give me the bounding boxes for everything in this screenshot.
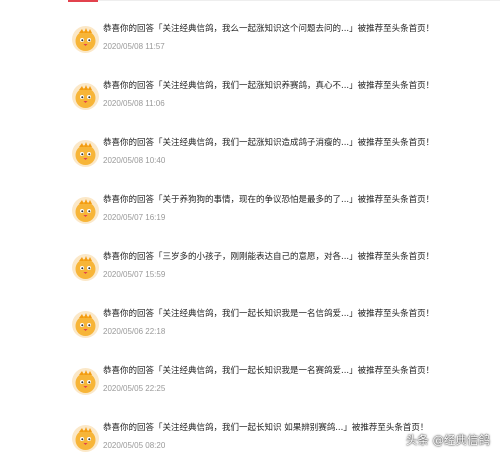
message-suffix: 被推荐至头条首页！ — [357, 138, 435, 148]
message-prefix: 恭喜你的回答 — [103, 366, 155, 376]
answer-link[interactable]: 「关注经典信鸽，我们一起涨知识造成鸽子消瘦的...」 — [154, 138, 358, 148]
answer-link[interactable]: 「关于养狗狗的事情，现在的争议恐怕是最多的了...」 — [154, 195, 358, 205]
message-suffix: 被推荐至头条首页！ — [357, 366, 435, 376]
message-prefix: 恭喜你的回答 — [103, 423, 155, 433]
watermark: 头条 @经典信鸽 — [405, 433, 490, 447]
header-divider — [98, 0, 500, 1]
message-prefix: 恭喜你的回答 — [103, 309, 155, 319]
answer-link[interactable]: 「关注经典信鸽，我们一起涨知识养赛鸽，真心不...」 — [154, 81, 358, 91]
notification-timestamp: 2020/05/05 22:25 — [103, 384, 166, 393]
notification-timestamp: 2020/05/08 11:57 — [103, 42, 165, 51]
answer-link[interactable]: 「关注经典信鸽，我们一起长知识我是一名信鸽爱...」 — [154, 309, 358, 319]
notification-message: 恭喜你的回答「关注经典信鸽，我么一起涨知识这个问题去问的...」被推荐至头条首页… — [103, 14, 500, 36]
notification-message: 恭喜你的回答「关于养狗狗的事情，现在的争议恐怕是最多的了...」被推荐至头条首页… — [103, 185, 500, 207]
notification-item[interactable]: 恭喜你的回答「关注经典信鸽，我们一起涨知识养赛鸽，真心不...」被推荐至头条首页… — [0, 71, 500, 128]
answer-link[interactable]: 「三岁多的小孩子，刚刚能表达自己的意愿，对各...」 — [154, 252, 358, 262]
notification-timestamp: 2020/05/06 22:18 — [103, 327, 166, 336]
answer-link[interactable]: 「关注经典信鸽，我么一起涨知识这个问题去问的...」 — [154, 24, 358, 34]
message-prefix: 恭喜你的回答 — [103, 81, 155, 91]
chick-mascot-icon — [72, 197, 99, 224]
notification-timestamp: 2020/05/07 16:19 — [103, 213, 166, 222]
notification-message: 恭喜你的回答「三岁多的小孩子，刚刚能表达自己的意愿，对各...」被推荐至头条首页… — [103, 242, 500, 264]
answer-link[interactable]: 「关注经典信鸽，我们一起长知识我是一名赛鸽爱...」 — [154, 366, 358, 376]
chick-mascot-icon — [72, 425, 99, 452]
chick-mascot-icon — [72, 368, 99, 395]
message-suffix: 被推荐至头条首页！ — [357, 24, 435, 34]
notification-timestamp: 2020/05/08 11:06 — [103, 99, 165, 108]
notification-message: 恭喜你的回答「关注经典信鸽，我们一起涨知识养赛鸽，真心不...」被推荐至头条首页… — [103, 71, 500, 93]
chick-mascot-icon — [72, 26, 99, 53]
notification-timestamp: 2020/05/07 15:59 — [103, 270, 166, 279]
chick-mascot-icon — [72, 311, 99, 338]
notification-item[interactable]: 恭喜你的回答「关注经典信鸽，我们一起长知识我是一名信鸽爱...」被推荐至头条首页… — [0, 299, 500, 356]
message-suffix: 被推荐至头条首页！ — [357, 81, 435, 91]
message-suffix: 被推荐至头条首页！ — [357, 252, 435, 262]
chick-mascot-icon — [72, 140, 99, 167]
notification-message: 恭喜你的回答「关注经典信鸽，我们一起长知识我是一名赛鸽爱...」被推荐至头条首页… — [103, 356, 500, 378]
active-tab-indicator — [68, 0, 98, 2]
notification-item[interactable]: 恭喜你的回答「关于养狗狗的事情，现在的争议恐怕是最多的了...」被推荐至头条首页… — [0, 185, 500, 242]
message-prefix: 恭喜你的回答 — [103, 252, 155, 262]
message-prefix: 恭喜你的回答 — [103, 195, 155, 205]
notification-message: 恭喜你的回答「关注经典信鸽，我们一起涨知识造成鸽子消瘦的...」被推荐至头条首页… — [103, 128, 500, 150]
chick-mascot-icon — [72, 254, 99, 281]
notification-timestamp: 2020/05/08 10:40 — [103, 156, 166, 165]
message-suffix: 被推荐至头条首页！ — [357, 195, 435, 205]
notification-item[interactable]: 恭喜你的回答「关注经典信鸽，我们一起涨知识造成鸽子消瘦的...」被推荐至头条首页… — [0, 128, 500, 185]
message-suffix: 被推荐至头条首页！ — [357, 309, 435, 319]
notification-item[interactable]: 恭喜你的回答「关注经典信鸽，我么一起涨知识这个问题去问的...」被推荐至头条首页… — [0, 14, 500, 71]
answer-link[interactable]: 「关注经典信鸽，我们一起长知识 如果辨别赛鸽...」 — [154, 423, 352, 433]
message-prefix: 恭喜你的回答 — [103, 24, 155, 34]
chick-mascot-icon — [72, 83, 99, 110]
notification-item[interactable]: 恭喜你的回答「关注经典信鸽，我们一起长知识我是一名赛鸽爱...」被推荐至头条首页… — [0, 356, 500, 413]
message-prefix: 恭喜你的回答 — [103, 138, 155, 148]
notification-message: 恭喜你的回答「关注经典信鸽，我们一起长知识我是一名信鸽爱...」被推荐至头条首页… — [103, 299, 500, 321]
notification-list: 恭喜你的回答「关注经典信鸽，我么一起涨知识这个问题去问的...」被推荐至头条首页… — [0, 14, 500, 470]
notification-item[interactable]: 恭喜你的回答「三岁多的小孩子，刚刚能表达自己的意愿，对各...」被推荐至头条首页… — [0, 242, 500, 299]
